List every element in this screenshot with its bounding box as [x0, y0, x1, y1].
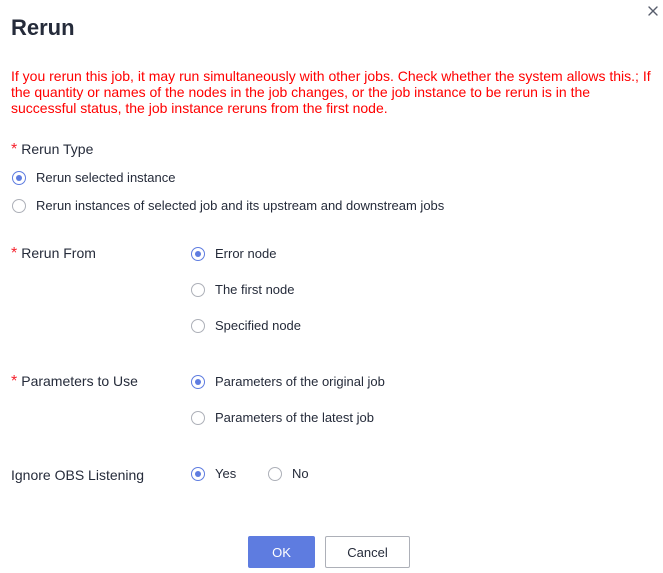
ok-button[interactable]: OK	[248, 536, 315, 568]
radio-unchecked-icon	[268, 467, 282, 481]
radio-unchecked-icon	[191, 319, 205, 333]
radio-checked-icon	[191, 467, 205, 481]
radio-label: Parameters of the latest job	[215, 410, 374, 425]
ignore-obs-label: Ignore OBS Listening	[11, 467, 145, 483]
radio-ignore-obs-yes[interactable]: Yes	[191, 466, 236, 482]
dialog-title: Rerun	[11, 15, 75, 40]
radio-checked-icon	[191, 375, 205, 389]
radio-label: Rerun instances of selected job and its …	[36, 198, 445, 213]
close-button[interactable]	[646, 4, 660, 18]
warning-message: If you rerun this job, it may run simult…	[11, 68, 651, 116]
rerun-from-label: * Rerun From	[11, 244, 96, 263]
radio-label: Rerun selected instance	[36, 170, 176, 185]
radio-label: No	[292, 466, 309, 481]
radio-first-node[interactable]: The first node	[191, 282, 295, 298]
required-mark: *	[11, 373, 18, 390]
parameters-label-text: Parameters to Use	[21, 373, 138, 389]
radio-unchecked-icon	[191, 411, 205, 425]
radio-rerun-job-upstream-downstream[interactable]: Rerun instances of selected job and its …	[12, 198, 444, 214]
rerun-type-label-text: Rerun Type	[21, 141, 94, 157]
radio-error-node[interactable]: Error node	[191, 246, 276, 262]
required-mark: *	[11, 245, 18, 262]
radio-unchecked-icon	[191, 283, 205, 297]
radio-label: Specified node	[215, 318, 302, 333]
radio-label: Parameters of the original job	[215, 374, 385, 389]
radio-label: Yes	[215, 466, 237, 481]
radio-label: The first node	[215, 282, 295, 297]
parameters-label: * Parameters to Use	[11, 372, 138, 391]
required-mark: *	[11, 141, 18, 158]
cancel-button[interactable]: Cancel	[325, 536, 410, 568]
radio-rerun-selected-instance[interactable]: Rerun selected instance	[12, 170, 175, 186]
radio-original-job-parameters[interactable]: Parameters of the original job	[191, 374, 385, 390]
radio-label: Error node	[215, 246, 277, 261]
rerun-type-label: * Rerun Type	[11, 140, 93, 159]
radio-ignore-obs-no[interactable]: No	[268, 466, 309, 482]
radio-unchecked-icon	[12, 199, 26, 213]
radio-checked-icon	[12, 171, 26, 185]
radio-latest-job-parameters[interactable]: Parameters of the latest job	[191, 410, 374, 426]
close-icon	[648, 6, 658, 16]
radio-specified-node[interactable]: Specified node	[191, 318, 301, 334]
radio-checked-icon	[191, 247, 205, 261]
rerun-dialog: Rerun If you rerun this job, it may run …	[0, 0, 663, 573]
rerun-from-label-text: Rerun From	[21, 245, 96, 261]
